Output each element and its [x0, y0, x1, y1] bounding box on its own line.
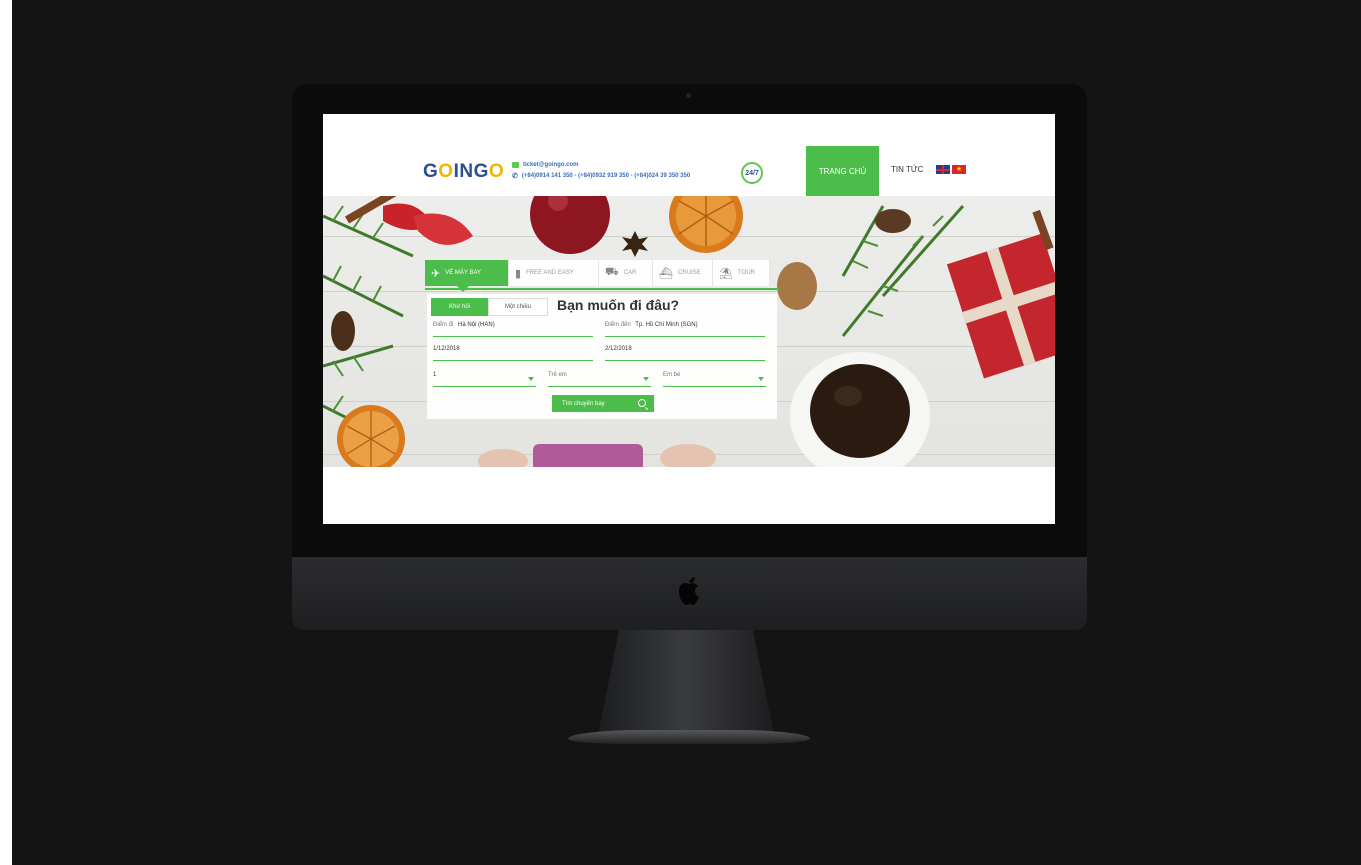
- to-label: Điểm đến: [605, 322, 631, 328]
- tab-cruise[interactable]: ⛴ CRUISE: [653, 260, 713, 286]
- apple-logo-icon: [679, 577, 699, 605]
- chevron-down-icon: [758, 377, 764, 381]
- imac-stand-base: [568, 730, 810, 744]
- ship-icon: ⛴: [659, 267, 673, 280]
- plane-icon: ✈: [431, 267, 441, 280]
- left-edge-strip: [0, 0, 12, 865]
- children-label: Trẻ em: [548, 372, 567, 378]
- contact-email[interactable]: ticket@goingo.com: [523, 162, 579, 168]
- one-way-button[interactable]: Một chiều: [488, 298, 548, 316]
- from-field[interactable]: Điểm đi Hà Nội (HAN): [433, 322, 593, 337]
- tab-tour[interactable]: ⛱ TOUR: [713, 260, 770, 286]
- to-field[interactable]: Điểm đến Tp. Hồ Chí Minh (SGN): [605, 322, 765, 337]
- tab-label: TOUR: [737, 270, 755, 276]
- infants-select[interactable]: Em bé: [663, 372, 766, 387]
- round-trip-button[interactable]: Khứ hồi: [431, 298, 488, 316]
- tab-underline: [425, 288, 779, 290]
- search-heading: Bạn muốn đi đâu?: [557, 297, 680, 313]
- to-value: Tp. Hồ Chí Minh (SGN): [635, 322, 698, 328]
- depart-date-field[interactable]: 1/12/2018: [433, 346, 593, 361]
- flight-search-widget: ✈ VÉ MÁY BAY ▮ FREE AND EASY ⛟ CAR ⛴ CRU…: [425, 260, 779, 441]
- nav-home[interactable]: TRANG CHỦ: [806, 146, 879, 196]
- hotel-icon: ▮: [515, 267, 522, 280]
- en-flag-icon[interactable]: [936, 165, 950, 174]
- service-tabs: ✈ VÉ MÁY BAY ▮ FREE AND EASY ⛟ CAR ⛴ CRU…: [425, 260, 779, 292]
- mail-icon: [512, 161, 519, 168]
- beach-icon: ⛱: [719, 267, 733, 280]
- website-screen: GOINGO ticket@goingo.com ✆ (+84)0914 141…: [323, 114, 1055, 524]
- children-select[interactable]: Trẻ em: [548, 372, 651, 387]
- search-icon: [638, 399, 646, 407]
- contact-info: ticket@goingo.com ✆ (+84)0914 141 350 - …: [512, 159, 690, 181]
- infants-label: Em bé: [663, 372, 681, 378]
- car-icon: ⛟: [605, 266, 619, 278]
- tab-label: VÉ MÁY BAY: [445, 270, 482, 276]
- depart-date-value: 1/12/2018: [433, 346, 460, 352]
- search-flights-button[interactable]: Tìm chuyến bay: [552, 395, 654, 412]
- tab-label: CAR: [623, 270, 637, 276]
- chevron-down-icon: [643, 377, 649, 381]
- tab-car[interactable]: ⛟ CAR: [599, 260, 653, 286]
- tab-flights[interactable]: ✈ VÉ MÁY BAY: [425, 260, 509, 292]
- search-form-panel: Khứ hồi Một chiều Bạn muốn đi đâu? Điểm …: [427, 294, 777, 419]
- camera-icon: [686, 93, 691, 98]
- contact-phones: (+84)0914 141 350 - (+84)0932 919 350 - …: [521, 172, 691, 179]
- site-header: GOINGO ticket@goingo.com ✆ (+84)0914 141…: [323, 114, 1055, 196]
- support-247-badge: 24/7: [741, 162, 763, 184]
- vn-flag-icon[interactable]: ★: [952, 165, 966, 174]
- nav-news[interactable]: TIN TỨC: [891, 165, 923, 174]
- search-button-label: Tìm chuyến bay: [562, 400, 605, 407]
- adults-value: 1: [433, 372, 437, 378]
- return-date-field[interactable]: 2/12/2018: [605, 346, 765, 361]
- phone-icon: ✆: [512, 172, 518, 180]
- hero-banner: ✈ VÉ MÁY BAY ▮ FREE AND EASY ⛟ CAR ⛴ CRU…: [323, 196, 1055, 467]
- from-label: Điểm đi: [433, 322, 454, 328]
- imac-stand: [598, 630, 774, 735]
- tab-free-and-easy[interactable]: ▮ FREE AND EASY: [509, 260, 599, 286]
- return-date-value: 2/12/2018: [605, 346, 632, 352]
- adults-select[interactable]: 1: [433, 372, 536, 387]
- chevron-down-icon: [528, 377, 534, 381]
- tab-label: FREE AND EASY: [526, 270, 574, 276]
- tab-label: CRUISE: [677, 270, 701, 276]
- goingo-logo[interactable]: GOINGO: [423, 161, 504, 183]
- from-value: Hà Nội (HAN): [458, 322, 495, 328]
